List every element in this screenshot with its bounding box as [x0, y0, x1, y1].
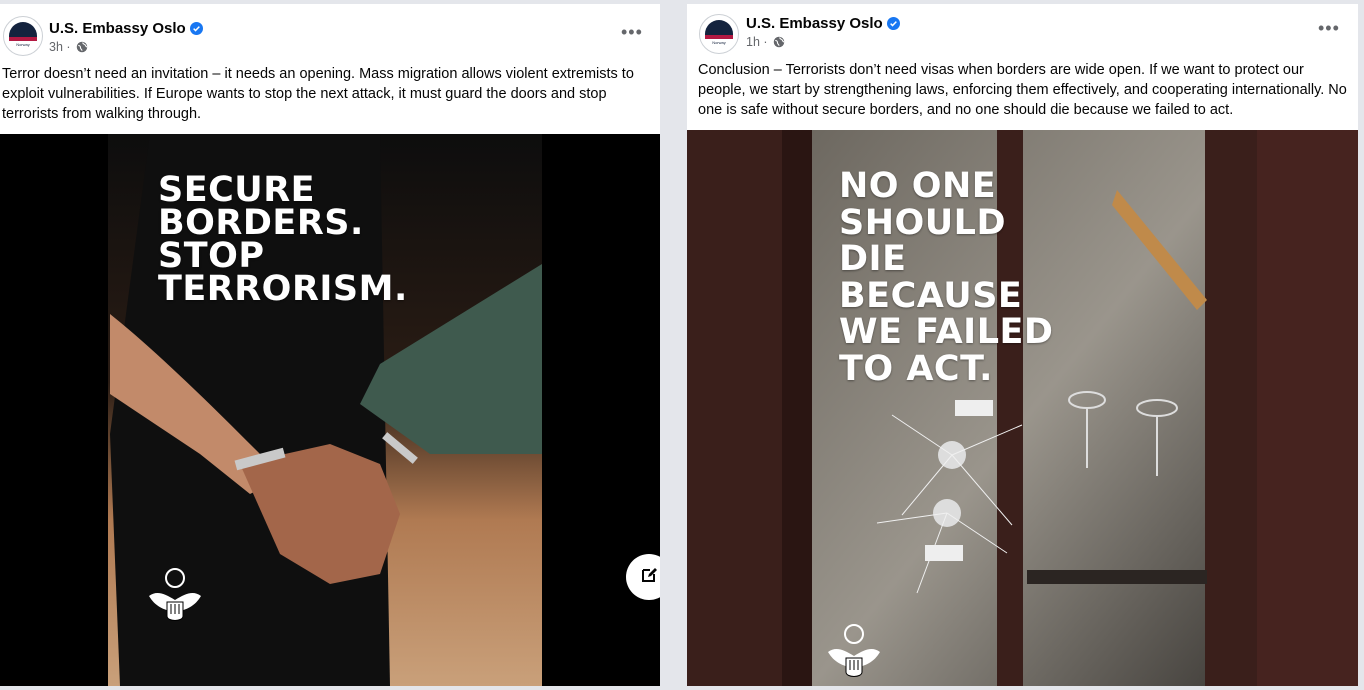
post-card-2: Norway U.S. Embassy Oslo 1h · ••• Conclu… [687, 4, 1358, 686]
post-caption: Conclusion – Terrorists don’t need visas… [698, 62, 1347, 118]
image-headline: NO ONE SHOULD DIE BECAUSE WE FAILED TO A… [839, 166, 1054, 389]
verified-badge-icon [189, 22, 203, 40]
avatar[interactable]: Norway [699, 14, 739, 54]
globe-icon [773, 36, 785, 51]
post-header: Norway U.S. Embassy Oslo 3h · ••• [0, 4, 660, 64]
embassy-seal-icon [822, 622, 886, 686]
post-card-1: Norway U.S. Embassy Oslo 3h · ••• Terror… [0, 4, 660, 686]
verified-badge-icon [886, 17, 900, 35]
avatar[interactable]: Norway [3, 16, 43, 56]
post-image[interactable]: SECURE BORDERS. STOP TERRORISM. [0, 134, 660, 686]
compose-icon [639, 565, 659, 590]
post-meta: 3h · [49, 40, 88, 56]
author-name-row: U.S. Embassy Oslo [49, 20, 203, 40]
post-image[interactable]: NO ONE SHOULD DIE BECAUSE WE FAILED TO A… [687, 130, 1358, 686]
more-options-icon[interactable]: ••• [621, 22, 643, 43]
post-caption: Terror doesn’t need an invitation – it n… [2, 66, 634, 122]
meta-separator: · [66, 40, 71, 54]
post-time[interactable]: 1h [746, 35, 760, 49]
globe-icon [76, 41, 88, 56]
post-time[interactable]: 3h [49, 40, 63, 54]
author-name[interactable]: U.S. Embassy Oslo [746, 15, 883, 32]
image-headline: SECURE BORDERS. STOP TERRORISM. [158, 170, 408, 309]
author-name[interactable]: U.S. Embassy Oslo [49, 20, 186, 37]
author-name-row: U.S. Embassy Oslo [746, 15, 900, 35]
embassy-seal-icon [143, 566, 207, 635]
post-meta: 1h · [746, 35, 785, 51]
more-options-icon[interactable]: ••• [1318, 18, 1340, 39]
meta-separator: · [763, 35, 768, 49]
post-header: Norway U.S. Embassy Oslo 1h · ••• [687, 4, 1358, 64]
